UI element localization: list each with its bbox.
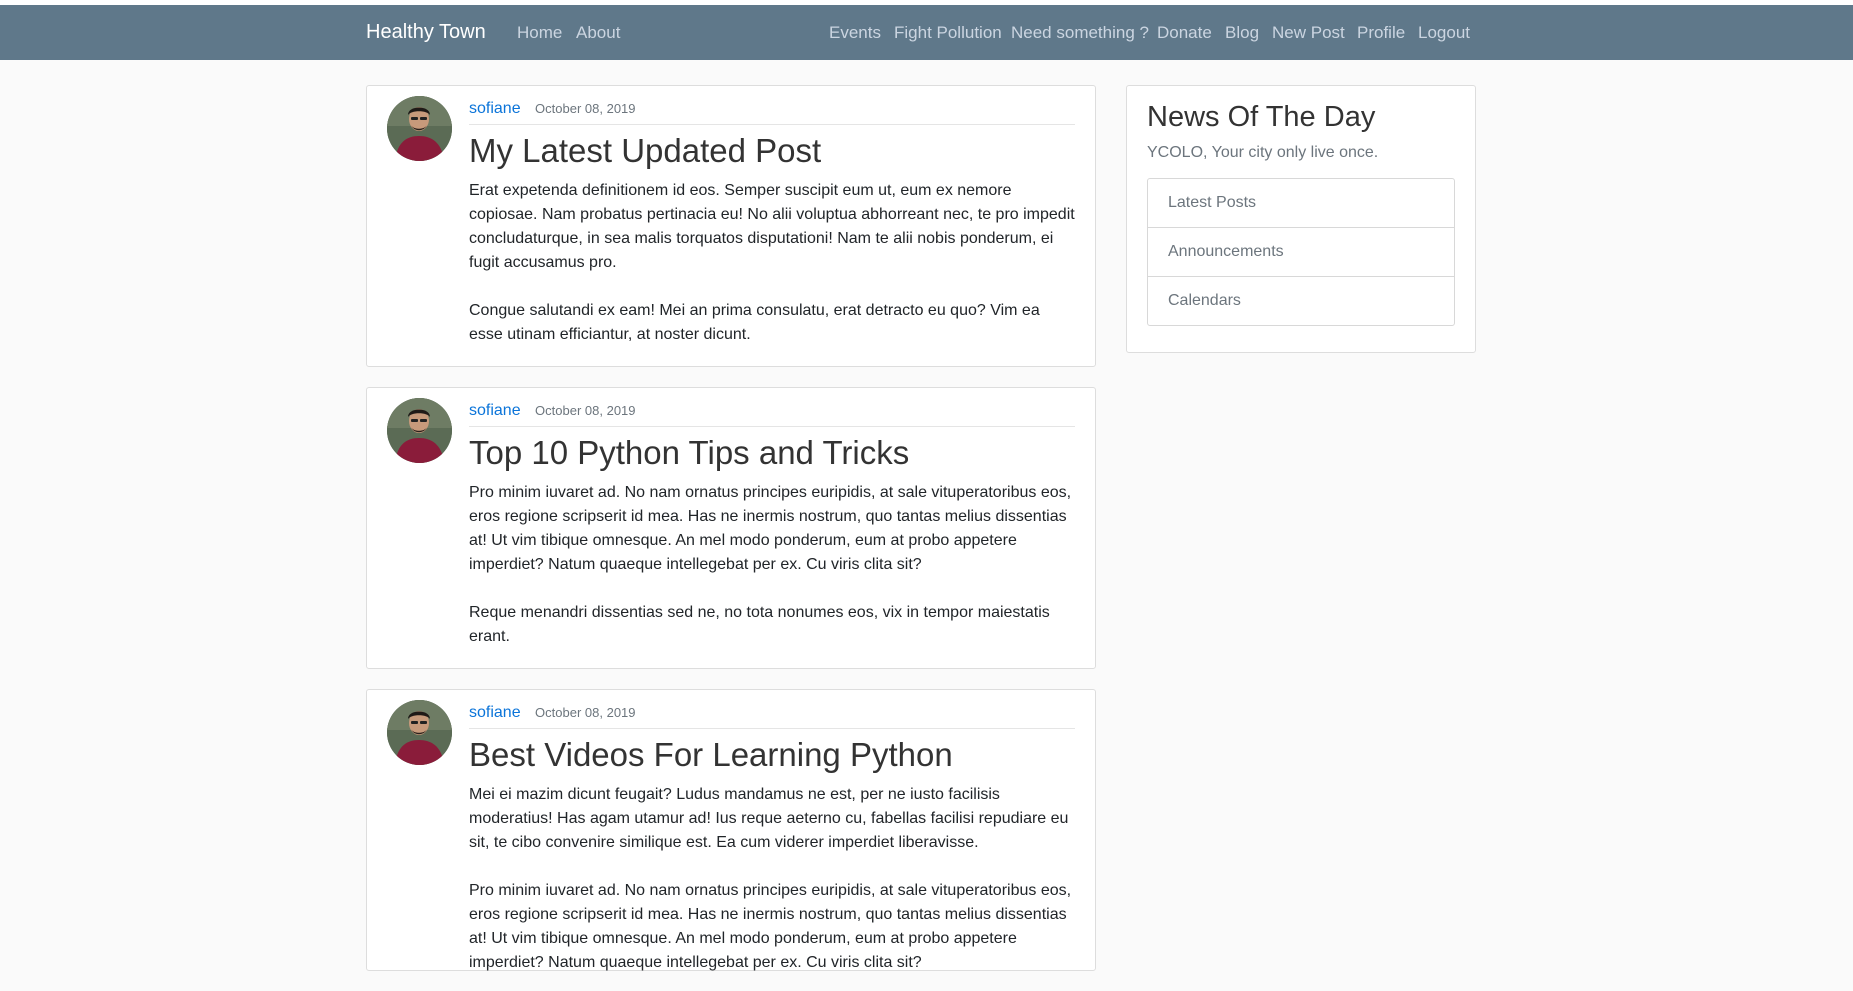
author-link[interactable]: sofiane [469,100,521,117]
sidebar-item-announcements[interactable]: Announcements [1148,228,1454,277]
post-title[interactable]: Top 10 Python Tips and Tricks [469,433,1075,473]
nav-logout[interactable]: Logout [1418,23,1470,43]
sidebar-item-calendars[interactable]: Calendars [1148,277,1454,325]
author-avatar[interactable] [387,398,452,463]
nav-new-post[interactable]: New Post [1272,23,1345,43]
post-title[interactable]: My Latest Updated Post [469,131,1075,171]
nav-about[interactable]: About [576,23,620,43]
author-link[interactable]: sofiane [469,704,521,721]
post-paragraph: Reque menandri dissentias sed ne, no tot… [469,604,1050,645]
post-card: sofiane October 08, 2019 My Latest Updat… [366,85,1096,367]
post-card: sofiane October 08, 2019 Best Videos For… [366,689,1096,971]
navbar: Healthy Town Home About Events Fight Pol… [0,5,1853,60]
post-date: October 08, 2019 [535,101,636,116]
nav-home[interactable]: Home [517,23,562,43]
brand-link[interactable]: Healthy Town [366,21,486,44]
nav-events[interactable]: Events [829,23,881,43]
post-title[interactable]: Best Videos For Learning Python [469,735,1075,775]
post-meta: sofiane October 08, 2019 [469,100,1075,125]
sidebar-list: Latest Posts Announcements Calendars [1147,178,1455,326]
author-link[interactable]: sofiane [469,402,521,419]
post-meta: sofiane October 08, 2019 [469,704,1075,729]
post-paragraph: Mei ei mazim dicunt feugait? Ludus manda… [469,786,1069,851]
post-date: October 08, 2019 [535,403,636,418]
post-body: Erat expetenda definitionem id eos. Semp… [469,179,1075,347]
post-paragraph: Erat expetenda definitionem id eos. Semp… [469,182,1075,271]
nav-fight-pollution[interactable]: Fight Pollution [894,23,1002,43]
avatar-photo-icon [387,700,452,765]
post-meta: sofiane October 08, 2019 [469,402,1075,427]
nav-blog[interactable]: Blog [1225,23,1259,43]
sidebar-subtitle: YCOLO, Your city only live once. [1147,144,1379,161]
avatar-photo-icon [387,398,452,463]
post-paragraph: Pro minim iuvaret ad. No nam ornatus pri… [469,484,1072,573]
news-sidebar: News Of The Day YCOLO, Your city only li… [1126,85,1476,353]
author-avatar[interactable] [387,96,452,161]
sidebar-title: News Of The Day [1147,101,1376,133]
post-card: sofiane October 08, 2019 Top 10 Python T… [366,387,1096,669]
post-paragraph: Pro minim iuvaret ad. No nam ornatus pri… [469,882,1072,971]
sidebar-item-latest-posts[interactable]: Latest Posts [1148,179,1454,228]
avatar-photo-icon [387,96,452,161]
nav-need-something[interactable]: Need something ? [1011,23,1149,43]
post-body: Pro minim iuvaret ad. No nam ornatus pri… [469,481,1075,649]
author-avatar[interactable] [387,700,452,765]
nav-profile[interactable]: Profile [1357,23,1405,43]
nav-donate[interactable]: Donate [1157,23,1212,43]
post-body: Mei ei mazim dicunt feugait? Ludus manda… [469,783,1075,975]
posts-column: sofiane October 08, 2019 My Latest Updat… [366,85,1096,991]
post-paragraph: Congue salutandi ex eam! Mei an prima co… [469,302,1040,343]
post-date: October 08, 2019 [535,705,636,720]
